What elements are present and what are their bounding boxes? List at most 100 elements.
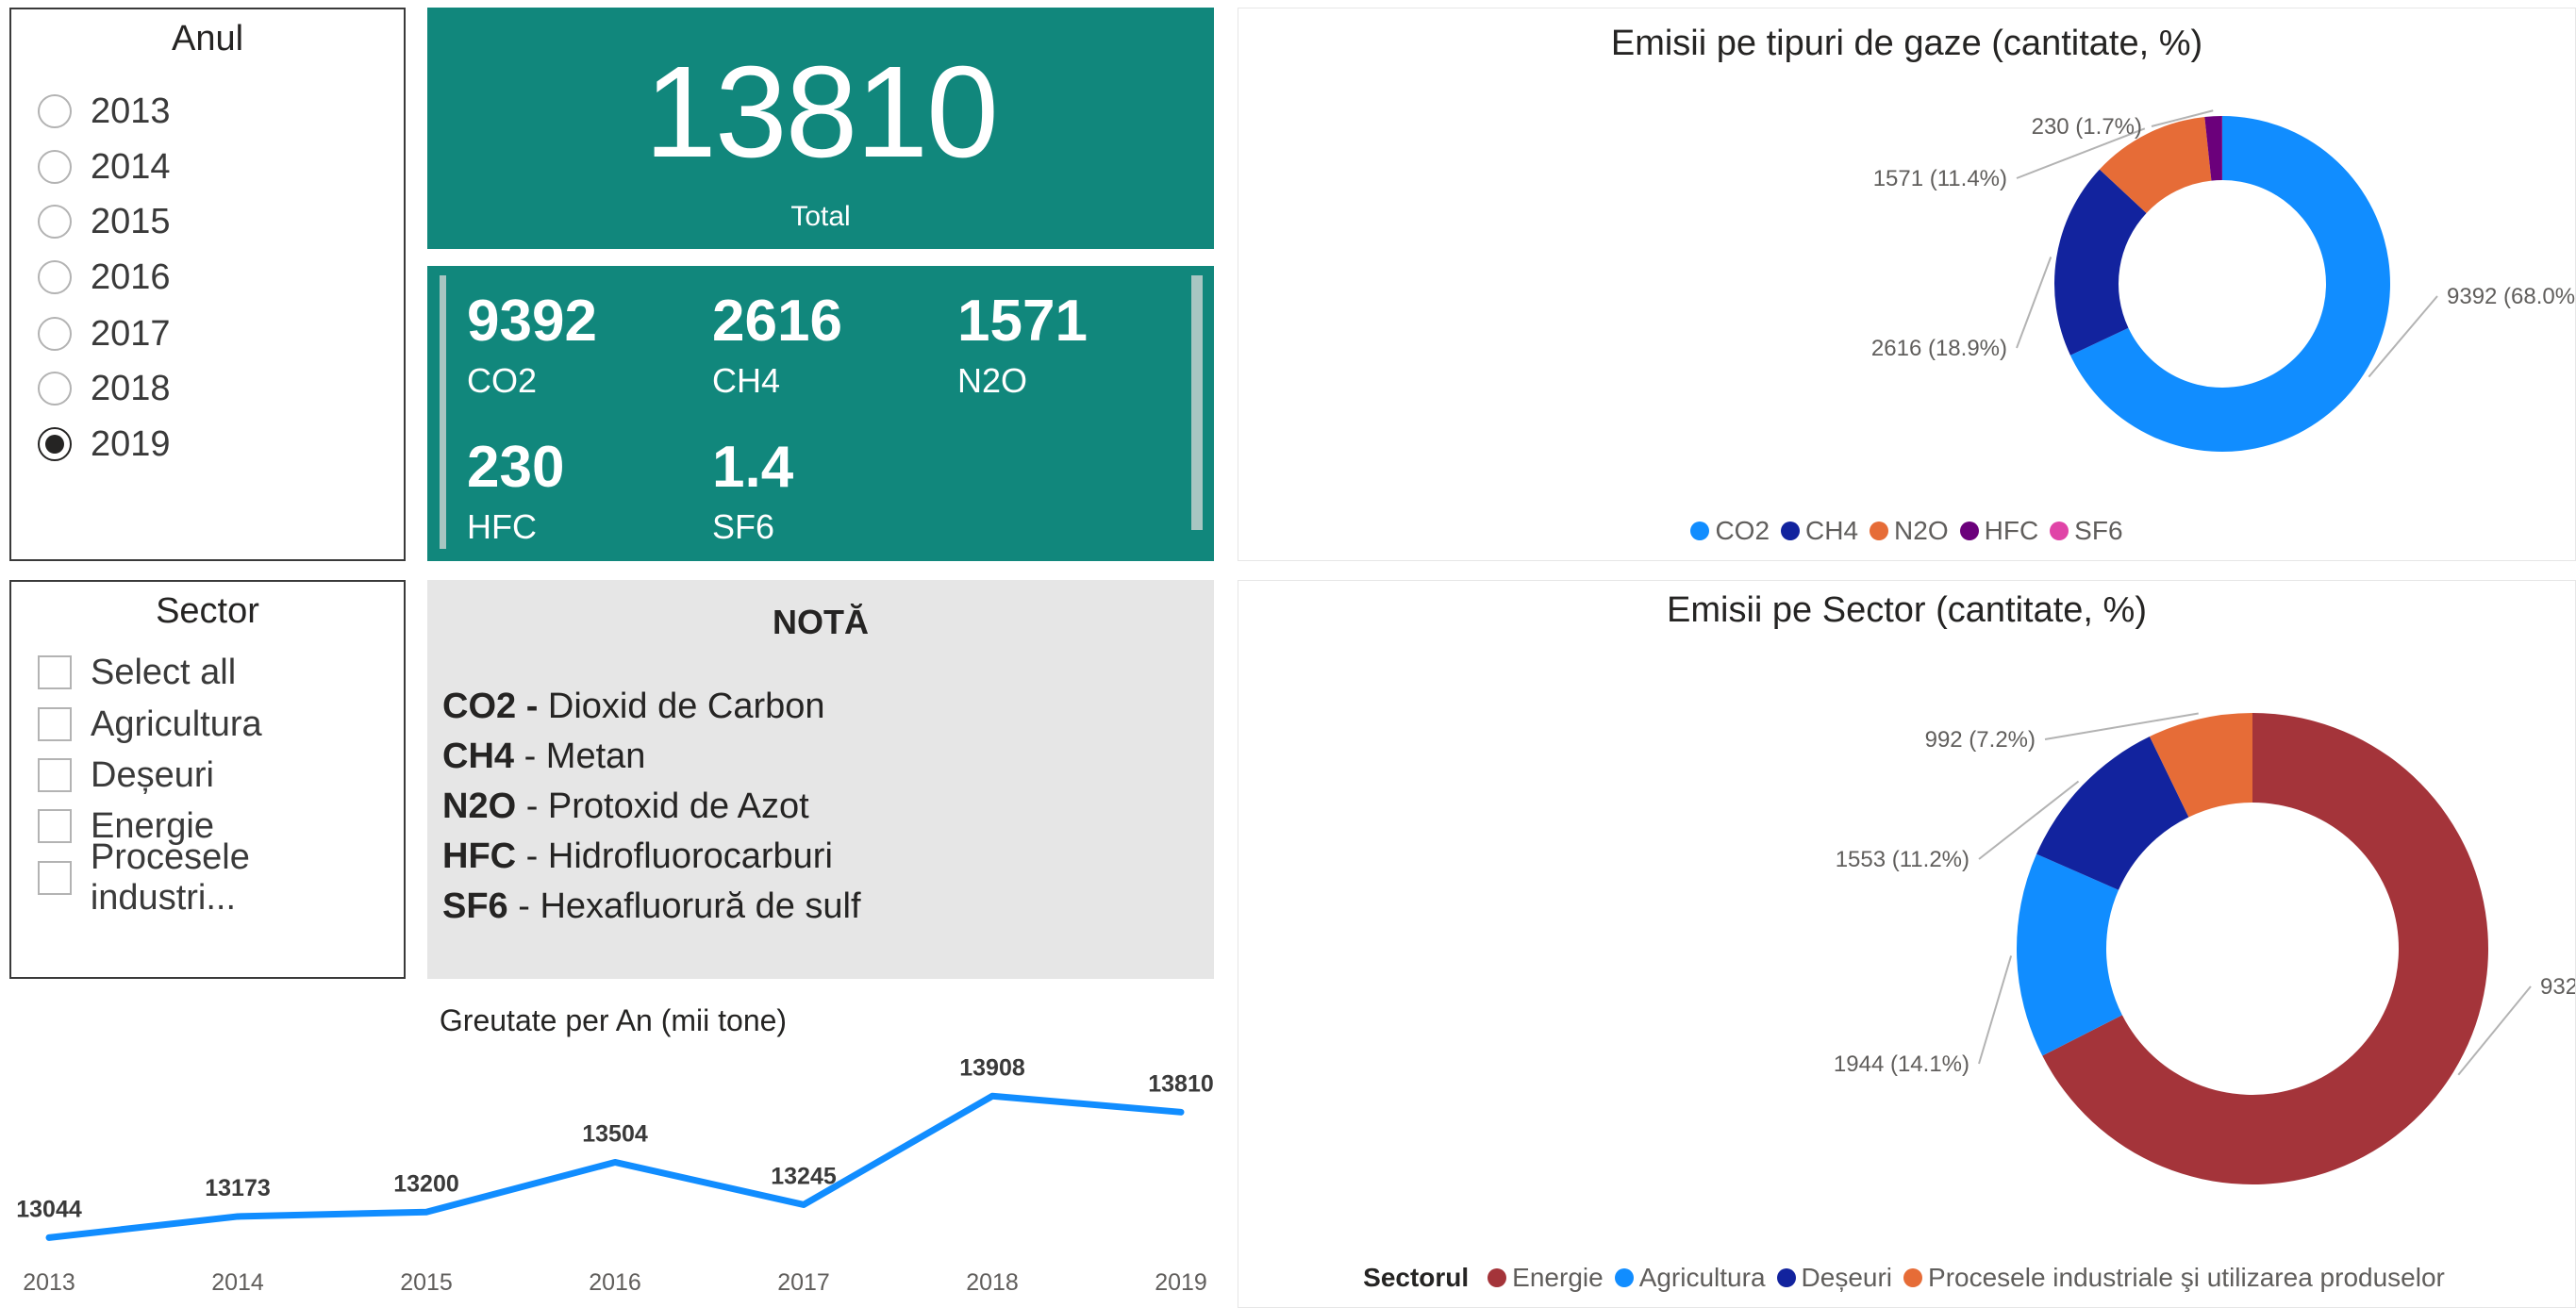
- line-data-label: 13245: [771, 1163, 837, 1189]
- year-slicer-title: Anul: [171, 19, 244, 58]
- radio-2013[interactable]: [38, 94, 72, 128]
- legend-swatch: [1614, 1268, 1634, 1287]
- gas-item-co2: 9392 CO2: [467, 292, 597, 398]
- note-code: N2O: [442, 786, 517, 826]
- line-data-label: 13908: [959, 1054, 1025, 1081]
- gas-donut-legend: CO2 CH4 N2O HFC SF6: [1238, 516, 2575, 546]
- slice-data-label: 2616 (18.9%): [1871, 336, 2007, 361]
- legend-item-procesele-industriale-si-utilizarea-produselor[interactable]: Procesele industriale şi utilizarea prod…: [1903, 1263, 2445, 1293]
- legend-label: CO2: [1715, 516, 1770, 545]
- x-tick-label: 2017: [777, 1269, 830, 1296]
- year-option-2016[interactable]: 2016: [38, 254, 171, 301]
- slice-data-label: 9322 (67.5%): [2540, 974, 2575, 1000]
- note-box: NOTĂ CO2 - Dioxid de Carbon CH4 - Metan …: [427, 580, 1214, 979]
- year-option-2014[interactable]: 2014: [38, 143, 171, 190]
- year-option-2015[interactable]: 2015: [38, 198, 171, 245]
- note-text: - Hexafluorură de sulf: [507, 886, 861, 926]
- total-value: 13810: [644, 40, 999, 185]
- sector-slicer: Sector Select all Agricultura Deșeuri En…: [9, 580, 406, 979]
- line-point[interactable]: [612, 1159, 618, 1166]
- note-line-ch4: CH4 - Metan: [442, 737, 645, 777]
- legend-label: Procesele industriale şi utilizarea prod…: [1928, 1263, 2445, 1292]
- line-point[interactable]: [1178, 1109, 1184, 1116]
- legend-item-ch4[interactable]: CH4: [1781, 516, 1858, 546]
- gas-name: N2O: [957, 361, 1028, 400]
- gas-value: 2616: [712, 289, 842, 354]
- legend-item-n2o[interactable]: N2O: [1870, 516, 1949, 546]
- sector-option-label: Deșeuri: [91, 754, 214, 795]
- line-point[interactable]: [801, 1201, 806, 1208]
- weight-per-year-chart: Greutate per An (mii tone) 13044 2013 1317…: [0, 990, 1226, 1308]
- radio-2017[interactable]: [38, 317, 72, 351]
- legend-item-sf6[interactable]: SF6: [2050, 516, 2123, 546]
- legend-swatch: [1959, 522, 1979, 540]
- line-chart-svg: 13044 2013 13173 2014 13200 2015 13504 2016 1324…: [16, 1054, 1214, 1296]
- legend-label: HFC: [1984, 516, 2039, 545]
- slice-data-label: 1553 (11.2%): [1836, 847, 1969, 872]
- note-line-n2o: N2O - Protoxid de Azot: [442, 786, 809, 827]
- legend-label: Agricultura: [1638, 1263, 1766, 1292]
- legend-item-hfc[interactable]: HFC: [1959, 516, 2039, 546]
- leader-line: [1978, 955, 2013, 1065]
- checkbox[interactable]: [38, 861, 72, 895]
- year-option-2018[interactable]: 2018: [38, 365, 171, 412]
- card-scrollbar[interactable]: [1191, 275, 1203, 530]
- year-option-2017[interactable]: 2017: [38, 310, 171, 357]
- legend-item-agricultura[interactable]: Agricultura: [1614, 1263, 1766, 1293]
- note-text: - Metan: [514, 737, 646, 776]
- gas-name: CO2: [467, 361, 538, 400]
- note-line-co2: CO2 - Dioxid de Carbon: [442, 687, 825, 727]
- x-tick-label: 2015: [400, 1269, 453, 1296]
- note-code: HFC: [442, 836, 517, 876]
- line-data-label: 13044: [16, 1196, 82, 1222]
- checkbox[interactable]: [38, 809, 72, 843]
- gas-value: 1.4: [712, 435, 794, 500]
- note-line-hfc: HFC - Hidrofluorocarburi: [442, 836, 833, 877]
- sector-option-label: Agricultura: [91, 704, 262, 744]
- radio-2018[interactable]: [38, 372, 72, 406]
- legend-item-co2[interactable]: CO2: [1690, 516, 1770, 546]
- line-point[interactable]: [46, 1234, 52, 1241]
- year-option-2013[interactable]: 2013: [38, 88, 171, 135]
- sector-slicer-title: Sector: [156, 591, 259, 631]
- line-point[interactable]: [989, 1093, 995, 1100]
- sector-option-select-all[interactable]: Select all: [38, 649, 236, 696]
- radio-2015[interactable]: [38, 205, 72, 239]
- line-point[interactable]: [424, 1209, 429, 1216]
- legend-label: SF6: [2074, 516, 2123, 545]
- note-text: - Protoxid de Azot: [516, 786, 809, 826]
- checkbox[interactable]: [38, 758, 72, 792]
- sector-option-agricultura[interactable]: Agricultura: [38, 701, 262, 748]
- gas-name: HFC: [467, 507, 537, 546]
- legend-item-deseuri[interactable]: Deșeuri: [1776, 1263, 1892, 1293]
- legend-label: CH4: [1805, 516, 1859, 545]
- sector-emissions-donut-panel: Emisii pe Sector (cantitate, %) 9322 (67…: [1238, 580, 2576, 1308]
- legend-item-energie[interactable]: Energie: [1487, 1263, 1604, 1293]
- legend-swatch: [1690, 522, 1710, 540]
- year-option-2019[interactable]: 2019: [38, 421, 171, 468]
- legend-swatch: [1776, 1268, 1796, 1287]
- radio-2019-selected[interactable]: [38, 427, 72, 461]
- gas-value: 9392: [467, 289, 597, 354]
- line-point[interactable]: [235, 1213, 241, 1219]
- slice-data-label: 992 (7.2%): [1925, 727, 2036, 753]
- gas-item-sf6: 1.4 SF6: [712, 439, 793, 544]
- radio-2014[interactable]: [38, 150, 72, 184]
- checkbox[interactable]: [38, 707, 72, 741]
- line-data-label: 13810: [1148, 1070, 1214, 1097]
- legend-swatch: [1781, 522, 1801, 540]
- sector-option-procesele-industriale[interactable]: Procesele industri...: [38, 837, 404, 918]
- line-data-label: 13173: [205, 1175, 271, 1201]
- gas-donut-svg: 9392 (68.0%) 2616 (18.9%) 1571 (11.4%) 230 …: [1871, 109, 2575, 453]
- year-slicer: Anul 2013 2014 2015 2016 2017 2018 2019: [9, 8, 406, 561]
- legend-swatch: [1903, 1268, 1923, 1287]
- sector-option-deseuri[interactable]: Deșeuri: [38, 752, 214, 799]
- x-tick-label: 2019: [1155, 1269, 1207, 1296]
- checkbox[interactable]: [38, 655, 72, 689]
- line-data-label: 13200: [393, 1170, 459, 1197]
- sector-option-label: Procesele industri...: [90, 837, 250, 918]
- radio-2016[interactable]: [38, 260, 72, 294]
- year-option-label: 2018: [91, 368, 171, 408]
- year-option-label: 2014: [91, 146, 171, 187]
- legend-swatch: [2050, 522, 2069, 540]
